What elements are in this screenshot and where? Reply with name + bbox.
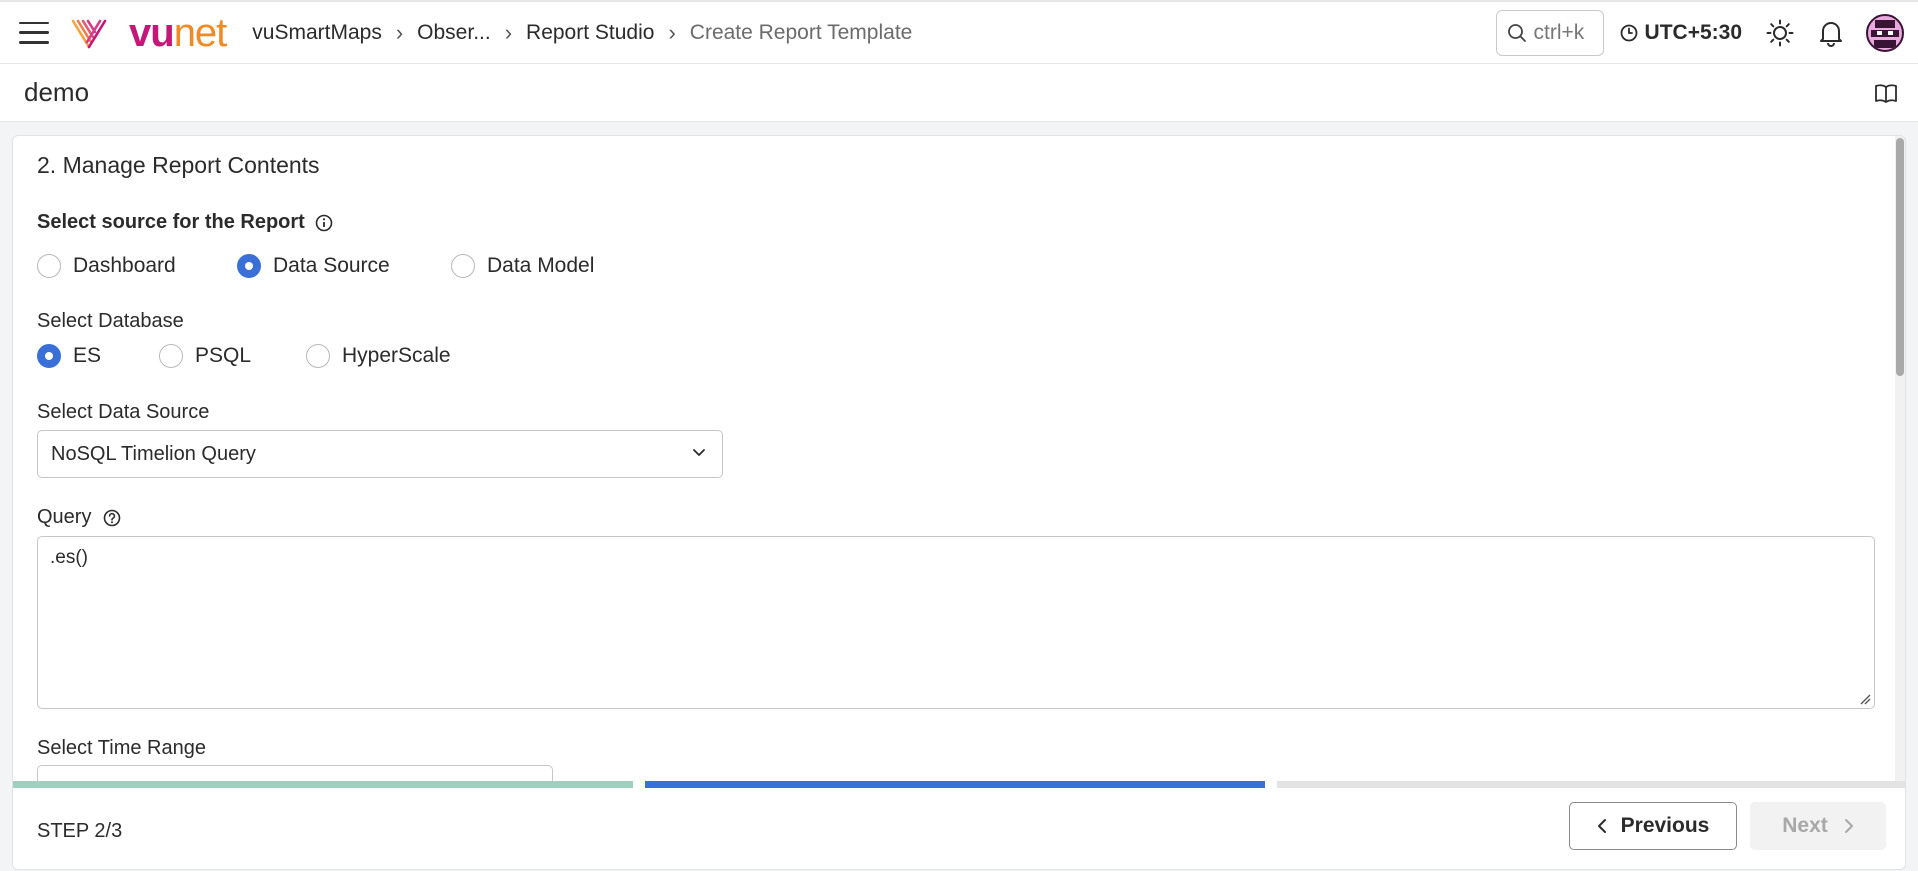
chevron-right-icon: [1844, 819, 1853, 833]
help-icon[interactable]: [103, 509, 121, 527]
page-title: demo: [24, 77, 90, 107]
user-avatar[interactable]: [1866, 13, 1904, 52]
radio-data-source[interactable]: Data Source: [237, 254, 451, 278]
breadcrumb-chevron-icon: ›: [395, 19, 404, 45]
step-indicator: STEP 2/3: [37, 820, 123, 842]
next-button[interactable]: Next: [1750, 802, 1886, 850]
bell-icon: [1820, 21, 1842, 47]
database-label: Select Database: [37, 310, 184, 332]
breadcrumb-item-report-studio[interactable]: Report Studio: [526, 21, 654, 45]
radio-data-model[interactable]: Data Model: [451, 254, 594, 278]
notifications-button[interactable]: [1818, 19, 1844, 47]
radio-circle[interactable]: [306, 344, 330, 368]
next-label: Next: [1782, 814, 1828, 837]
chevron-down-icon: [693, 449, 705, 456]
query-label: Query: [37, 506, 121, 529]
source-label: Select source for the Report: [37, 211, 333, 234]
breadcrumb-chevron-icon: ›: [668, 19, 676, 45]
radio-label: Data Source: [273, 254, 390, 277]
radio-label: Data Model: [487, 254, 595, 277]
theme-toggle-button[interactable]: [1766, 19, 1794, 47]
avatar-image-icon: [1871, 19, 1899, 48]
breadcrumb: vuSmartMaps › Obser... › Report Studio ›…: [252, 20, 912, 46]
radio-circle[interactable]: [159, 344, 183, 368]
info-icon[interactable]: [315, 214, 333, 232]
global-search-input[interactable]: ctrl+k: [1495, 9, 1604, 56]
breadcrumb-item-current: Create Report Template: [689, 20, 913, 44]
scrollbar-track[interactable]: [1895, 136, 1905, 786]
radio-label: Dashboard: [73, 254, 176, 277]
search-placeholder: ctrl+k: [1533, 20, 1585, 44]
report-contents-card: 2. Manage Report Contents Select source …: [12, 135, 1906, 870]
source-radio-group: Dashboard Data Source Data Model: [37, 254, 594, 278]
wizard-footer: STEP 2/3 Previous Next: [13, 788, 1905, 869]
previous-label: Previous: [1620, 814, 1710, 837]
database-radio-group: ES PSQL HyperScale: [37, 344, 451, 368]
sun-icon: [1766, 19, 1794, 46]
step-progress-segment: [1277, 781, 1905, 788]
search-icon: [1507, 23, 1526, 42]
time-range-label: Select Time Range: [37, 737, 206, 759]
data-source-value: NoSQL Timelion Query: [51, 442, 256, 465]
page-title-bar: demo: [0, 64, 1918, 122]
radio-dashboard[interactable]: Dashboard: [37, 254, 237, 278]
radio-label: ES: [73, 344, 102, 367]
scrollbar-thumb[interactable]: [1896, 138, 1904, 376]
chevron-left-icon: [1597, 819, 1606, 833]
radio-circle[interactable]: [451, 254, 475, 278]
clock-icon: [1620, 24, 1637, 41]
radio-label: PSQL: [195, 344, 252, 367]
breadcrumb-item-observability[interactable]: Obser...: [417, 21, 491, 45]
section-title: 2. Manage Report Contents: [37, 152, 320, 178]
radio-circle[interactable]: [237, 254, 261, 278]
breadcrumb-chevron-icon: ›: [504, 19, 513, 45]
query-label-text: Query: [37, 506, 92, 528]
top-nav-bar: vu net vuSmartMaps › Obser... › Report St…: [0, 0, 1918, 64]
step-progress-segment: [13, 781, 633, 788]
timezone-label: UTC+5:30: [1644, 20, 1742, 44]
book-open-icon[interactable]: [1874, 82, 1898, 104]
step-progress-segment: [645, 781, 1265, 788]
timezone-selector[interactable]: UTC+5:30: [1620, 21, 1742, 45]
resize-handle-icon[interactable]: [1859, 693, 1871, 705]
data-source-label: Select Data Source: [37, 401, 210, 423]
data-source-select[interactable]: NoSQL Timelion Query: [37, 430, 723, 478]
radio-es[interactable]: ES: [37, 344, 159, 368]
radio-circle[interactable]: [37, 254, 61, 278]
query-textarea[interactable]: .es(): [37, 536, 1875, 709]
radio-label: HyperScale: [342, 344, 451, 367]
breadcrumb-item-vusmartmaps[interactable]: vuSmartMaps: [252, 21, 382, 45]
previous-button[interactable]: Previous: [1569, 802, 1737, 850]
source-label-text: Select source for the Report: [37, 211, 305, 233]
hamburger-menu-icon[interactable]: [19, 21, 49, 44]
radio-psql[interactable]: PSQL: [159, 344, 306, 368]
radio-circle[interactable]: [37, 344, 61, 368]
query-value: .es(): [50, 547, 88, 568]
vunet-logo[interactable]: vu net: [129, 13, 227, 53]
vunet-logo-mark-icon: [71, 19, 107, 48]
radio-hyperscale[interactable]: HyperScale: [306, 344, 451, 368]
